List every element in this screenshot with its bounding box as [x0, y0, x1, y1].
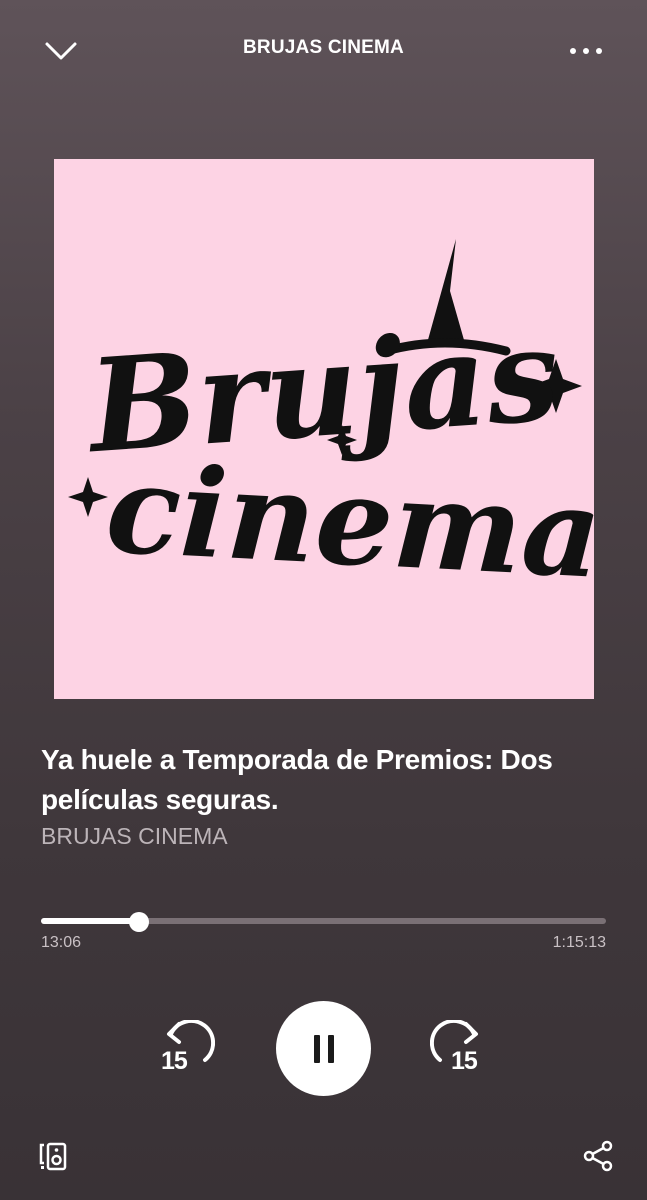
player-header: BRUJAS CINEMA [0, 0, 647, 100]
bottom-bar [0, 1130, 647, 1180]
share-button[interactable] [582, 1140, 614, 1172]
logo-line-2: cinema [103, 436, 594, 606]
chevron-down-icon [45, 42, 77, 60]
skip-forward-label: 15 [451, 1047, 478, 1075]
more-horizontal-icon [570, 48, 602, 54]
share-icon [583, 1140, 613, 1172]
pause-icon-bar [327, 1034, 334, 1063]
seek-fill [41, 918, 139, 924]
skip-back-label: 15 [161, 1047, 188, 1075]
pause-icon [313, 1034, 320, 1063]
show-name[interactable]: BRUJAS CINEMA [41, 823, 228, 850]
seek-thumb[interactable] [129, 912, 149, 932]
header-title: BRUJAS CINEMA [243, 37, 404, 58]
episode-cover-art: Brujas cinema [54, 159, 594, 699]
brujas-cinema-logo: Brujas cinema [68, 239, 594, 606]
connect-device-button[interactable] [38, 1140, 70, 1172]
collapse-button[interactable] [40, 34, 82, 68]
pause-button[interactable] [276, 1001, 371, 1096]
skip-back-button[interactable]: 15 [155, 1020, 215, 1080]
elapsed-time: 13:06 [41, 934, 82, 951]
total-time: 1:15:13 [552, 934, 606, 951]
episode-title: Ya huele a Temporada de Premios: Dos pel… [41, 744, 553, 815]
skip-forward-button[interactable]: 15 [430, 1020, 490, 1080]
seek-bar[interactable] [41, 912, 606, 932]
more-options-button[interactable] [565, 34, 607, 68]
connect-device-icon [39, 1142, 67, 1171]
playback-controls: 15 15 [0, 1000, 647, 1096]
